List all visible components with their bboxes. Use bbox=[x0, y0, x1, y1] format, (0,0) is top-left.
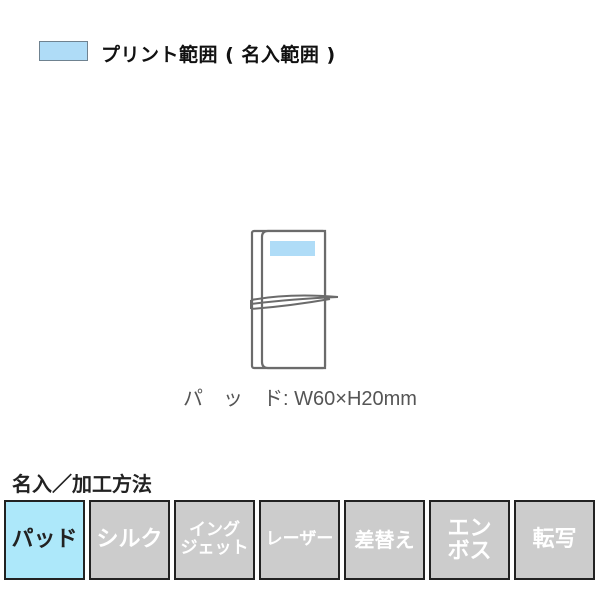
method-button-replace[interactable]: 差替え bbox=[344, 500, 425, 580]
method-label: イング ジェット bbox=[180, 520, 249, 558]
method-label: 転写 bbox=[532, 527, 577, 553]
method-button-transfer[interactable]: 転写 bbox=[514, 500, 595, 580]
method-label: レーザー bbox=[265, 529, 334, 550]
method-label: シルク bbox=[96, 527, 163, 553]
method-label: パッド bbox=[11, 527, 78, 553]
print-size-label: パ ッ ド: W60×H20mm bbox=[183, 388, 417, 410]
method-button-inkjet[interactable]: イング ジェット bbox=[174, 500, 255, 580]
print-area bbox=[270, 241, 315, 256]
method-label: 差替え bbox=[354, 527, 415, 552]
method-button-silk[interactable]: シルク bbox=[89, 500, 170, 580]
method-button-emboss[interactable]: エン ボス bbox=[429, 500, 510, 580]
method-section-title: 名入／加工方法 bbox=[12, 472, 152, 496]
method-label: エン ボス bbox=[447, 515, 492, 564]
method-button-pad[interactable]: パッド bbox=[4, 500, 85, 580]
method-button-laser[interactable]: レーザー bbox=[259, 500, 340, 580]
